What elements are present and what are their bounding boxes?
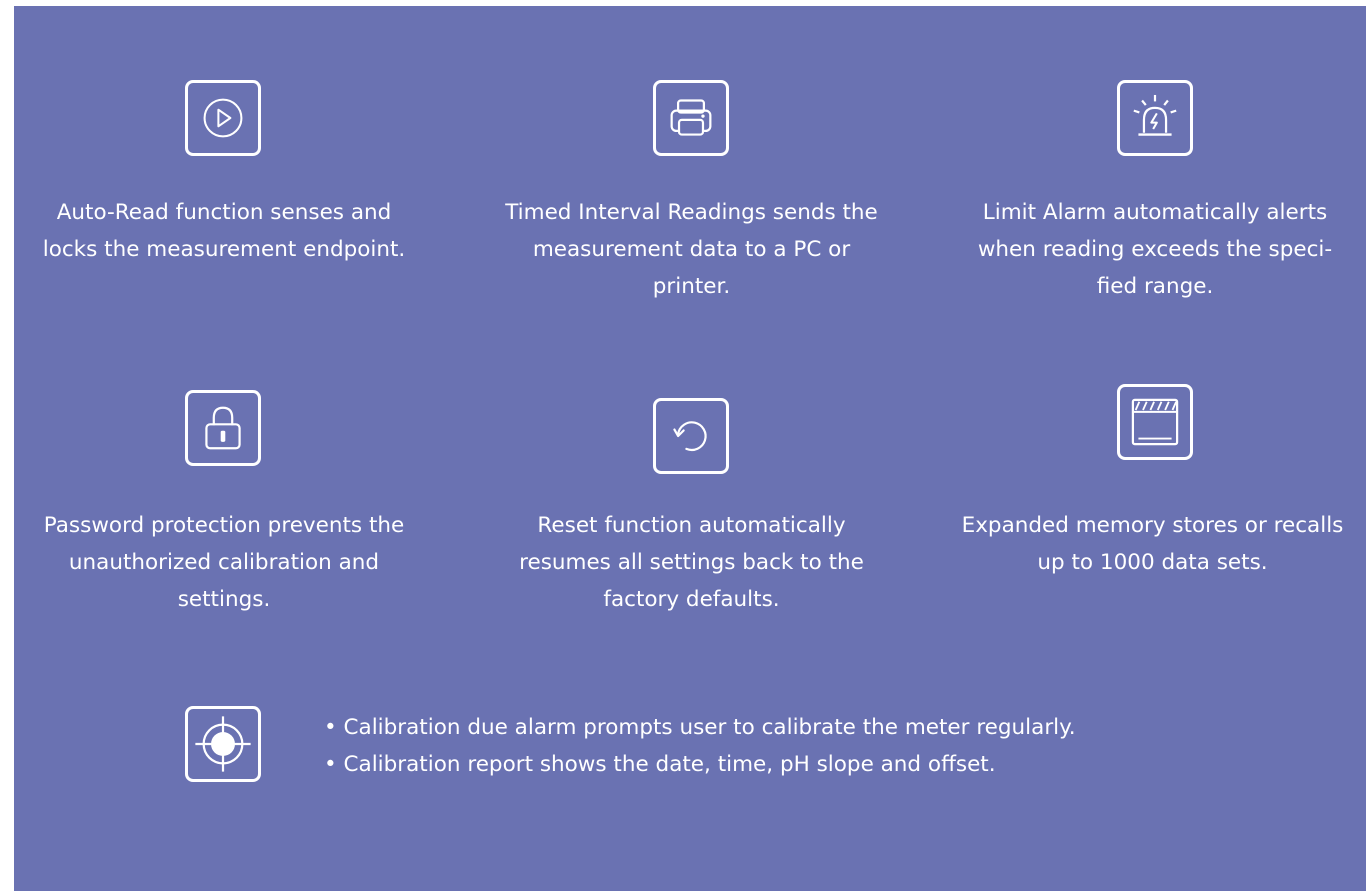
feature-limit-alarm-text: Limit Alarm automatically alerts when re… [939, 194, 1366, 305]
play-circle-icon [185, 80, 261, 156]
reset-icon [653, 398, 729, 474]
feature-password-text: Password protection prevents the unautho… [14, 507, 434, 618]
features-panel: Auto-Read function senses and locks the … [14, 6, 1366, 891]
feature-line: when reading exceeds the speci- [977, 237, 1333, 262]
feature-line: Password protection prevents the [43, 513, 405, 538]
feature-line: Limit Alarm automatically alerts [982, 200, 1328, 225]
alarm-siren-icon [1117, 80, 1193, 156]
feature-line: locks the measurement endpoint. [42, 237, 406, 262]
feature-line: Expanded memory stores or recalls [961, 513, 1344, 538]
feature-reset-text: Reset function automatically resumes all… [474, 507, 909, 618]
feature-line: Timed Interval Readings sends the [505, 200, 878, 225]
feature-line: unauthorized calibration and [68, 550, 380, 575]
feature-line: Auto-Read function senses and [56, 200, 392, 225]
calibration-bullet: • Calibration report shows the date, tim… [324, 752, 996, 777]
feature-memory-text: Expanded memory stores or recalls up to … [939, 507, 1366, 581]
feature-line: measurement data to a PC or [532, 237, 851, 262]
feature-line: up to 1000 data sets. [1037, 550, 1268, 575]
feature-line: fied range. [1096, 274, 1214, 299]
feature-line: settings. [177, 587, 271, 612]
target-icon [185, 706, 261, 782]
feature-timed-interval-text: Timed Interval Readings sends the measur… [474, 194, 909, 305]
feature-line: printer. [652, 274, 731, 299]
calibration-bullets: • Calibration due alarm prompts user to … [324, 709, 1076, 783]
feature-line: factory defaults. [603, 587, 780, 612]
lock-icon [185, 390, 261, 466]
calibration-bullet: • Calibration due alarm prompts user to … [324, 715, 1076, 740]
memory-icon [1117, 384, 1193, 460]
feature-auto-read-text: Auto-Read function senses and locks the … [14, 194, 434, 268]
feature-line: resumes all settings back to the [519, 550, 864, 575]
printer-icon [653, 80, 729, 156]
feature-line: Reset function automatically [537, 513, 846, 538]
